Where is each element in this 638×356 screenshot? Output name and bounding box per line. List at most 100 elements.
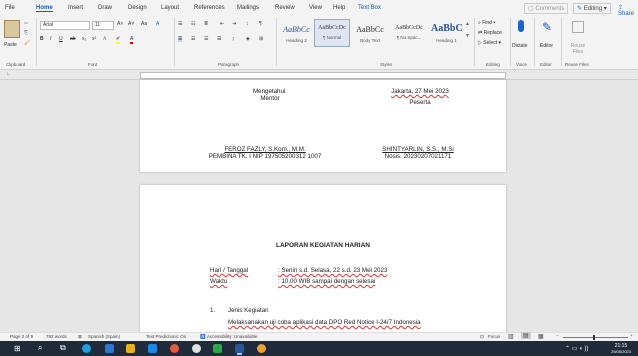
tab-mailings[interactable]: Mailings <box>237 5 259 11</box>
zoom-out-icon[interactable]: − <box>556 333 559 338</box>
reuse-files-button[interactable]: Reuse Files <box>567 43 589 55</box>
replace-button[interactable]: ⇄ Replace <box>478 30 502 36</box>
change-case-icon[interactable]: Aa <box>141 21 147 27</box>
justify-icon[interactable]: ☰ <box>217 36 221 42</box>
styles-scroll-up-icon[interactable]: ▲ <box>465 21 470 27</box>
increase-indent-icon[interactable]: ⇥ <box>232 21 236 27</box>
comments-button[interactable]: ▢ Comments <box>524 3 569 14</box>
tab-home[interactable]: Home <box>36 5 53 12</box>
copy-icon[interactable]: ⎘ <box>24 30 28 36</box>
tab-file[interactable]: File <box>5 5 15 11</box>
tab-layout[interactable]: Layout <box>161 5 179 11</box>
language[interactable]: Spanish (Spain) <box>88 334 120 339</box>
underline-icon[interactable]: U <box>59 36 63 42</box>
superscript-icon[interactable]: x² <box>92 36 96 42</box>
cut-icon[interactable]: ✂ <box>24 21 28 27</box>
tab-insert[interactable]: Insert <box>68 5 83 11</box>
clock-date[interactable]: 29/05/2023 <box>606 349 636 354</box>
style-body-text[interactable]: AaBbCc Body Text <box>352 19 388 47</box>
file-explorer-icon[interactable] <box>126 344 135 353</box>
multilevel-list-icon[interactable]: ≣ <box>204 21 208 27</box>
focus-button[interactable]: Focus <box>488 334 500 339</box>
shading-icon[interactable]: ◈ <box>246 36 250 42</box>
style-no-spacing[interactable]: AaBbCcDc ¶ No Spac... <box>390 19 428 47</box>
microphone-icon[interactable] <box>518 20 524 32</box>
word-count[interactable]: 793 words <box>46 334 67 339</box>
page-count[interactable]: Page 2 of 9 <box>10 334 33 339</box>
align-center-icon[interactable]: ☰ <box>191 36 195 42</box>
zoom-in-icon[interactable]: + <box>630 333 633 338</box>
tab-selector-icon[interactable]: ∟ <box>6 71 11 77</box>
paste-icon[interactable] <box>4 20 20 38</box>
proofing-icon[interactable]: ⊠ <box>78 334 82 340</box>
tab-design[interactable]: Design <box>128 5 147 11</box>
font-name-select[interactable]: Arial <box>40 21 90 30</box>
align-right-icon[interactable]: ☰ <box>204 36 208 42</box>
bold-icon[interactable]: B <box>40 36 44 42</box>
strikethrough-icon[interactable]: ab <box>70 36 76 42</box>
settings-icon[interactable] <box>192 344 201 353</box>
system-tray-icons[interactable]: ⌃ ▭ ◖ )) <box>565 345 588 352</box>
task-view-icon[interactable]: ⧉ <box>60 343 66 353</box>
windows-start-icon[interactable]: ⊞ <box>14 344 21 353</box>
web-layout-icon[interactable]: ▦ <box>538 333 544 340</box>
style-normal[interactable]: AaBbCcDc ¶ Normal <box>314 19 350 47</box>
print-layout-icon[interactable]: ▤ <box>521 332 531 339</box>
reuse-files-icon[interactable] <box>572 21 584 33</box>
search-icon[interactable]: ⌕ <box>38 343 42 353</box>
word-icon[interactable] <box>235 344 244 353</box>
tab-draw[interactable]: Draw <box>98 5 112 11</box>
shrink-font-icon[interactable]: A˅ <box>128 21 134 27</box>
style-heading-1[interactable]: AaBbC Heading 1 <box>430 19 463 47</box>
accessibility-status[interactable]: Accessibility: Unavailable <box>207 334 258 339</box>
italic-icon[interactable]: I <box>50 36 51 42</box>
tab-view[interactable]: View <box>309 5 322 11</box>
mail-icon[interactable] <box>148 344 157 353</box>
tab-help[interactable]: Help <box>333 5 345 11</box>
format-painter-icon[interactable]: 🖌 <box>24 40 30 46</box>
zoom-slider-handle[interactable] <box>593 335 595 340</box>
editor-button[interactable]: Editor <box>540 43 553 49</box>
editor-icon[interactable]: ✎ <box>542 20 552 34</box>
bullets-icon[interactable]: ☰ <box>178 21 182 27</box>
style-name: Heading 1 <box>436 38 457 43</box>
find-button[interactable]: ⌕ Find ▾ <box>478 20 495 26</box>
zoom-slider[interactable] <box>563 335 628 340</box>
chrome-icon[interactable] <box>257 344 266 353</box>
document-page-2[interactable]: LAPORAN KEGIATAN HARIAN Hari / Tanggal :… <box>140 185 506 332</box>
tab-text-box[interactable]: Text Box <box>358 5 381 11</box>
document-page-1[interactable]: Mengetahui: Mentor Jakarta, 27 Mei 2023 … <box>140 80 506 172</box>
subscript-icon[interactable]: x₂ <box>82 36 86 42</box>
sort-icon[interactable]: ↕ <box>246 21 249 27</box>
horizontal-ruler[interactable] <box>140 72 506 79</box>
edge-icon[interactable] <box>82 344 91 353</box>
clear-formatting-icon[interactable]: A <box>156 21 159 27</box>
grow-font-icon[interactable]: A˄ <box>117 21 123 27</box>
paste-button[interactable]: Paste <box>4 42 17 48</box>
borders-icon[interactable]: ⊞ <box>259 36 263 42</box>
excel-icon[interactable] <box>213 344 222 353</box>
highlight-icon[interactable]: ✐ <box>116 36 121 44</box>
style-heading-2[interactable]: AaBbCc Heading 2 <box>280 19 313 47</box>
dictate-button[interactable]: Dictate <box>512 43 528 49</box>
font-color-icon[interactable]: A <box>130 36 134 44</box>
date-value: : Senin s.d. Selasa, 22 s.d. 23 Mei 2023 <box>278 267 387 274</box>
editing-mode-button[interactable]: ✎ Editing ▾ <box>573 3 611 14</box>
show-formatting-icon[interactable]: ¶ <box>259 21 262 27</box>
tab-review[interactable]: Review <box>275 5 295 11</box>
align-left-icon[interactable]: ☰ <box>178 36 183 42</box>
styles-scroll-down-icon[interactable]: ▼ <box>465 33 470 39</box>
read-mode-icon[interactable]: ▥ <box>508 333 514 340</box>
line-spacing-icon[interactable]: ↨ <box>232 36 235 42</box>
font-size-select[interactable]: 11 <box>92 21 114 30</box>
browser-icon[interactable] <box>170 344 179 353</box>
select-button[interactable]: ▷ Select ▾ <box>478 40 501 46</box>
text-effects-icon[interactable]: A <box>103 36 106 42</box>
date-label: Hari / Tanggal <box>210 267 248 274</box>
style-name: Heading 2 <box>286 38 307 43</box>
text-predictions[interactable]: Text Predictions: On <box>146 334 186 339</box>
decrease-indent-icon[interactable]: ⇤ <box>220 21 224 27</box>
numbering-icon[interactable]: ☷ <box>191 21 195 27</box>
store-icon[interactable] <box>105 344 114 353</box>
tab-references[interactable]: References <box>194 5 225 11</box>
